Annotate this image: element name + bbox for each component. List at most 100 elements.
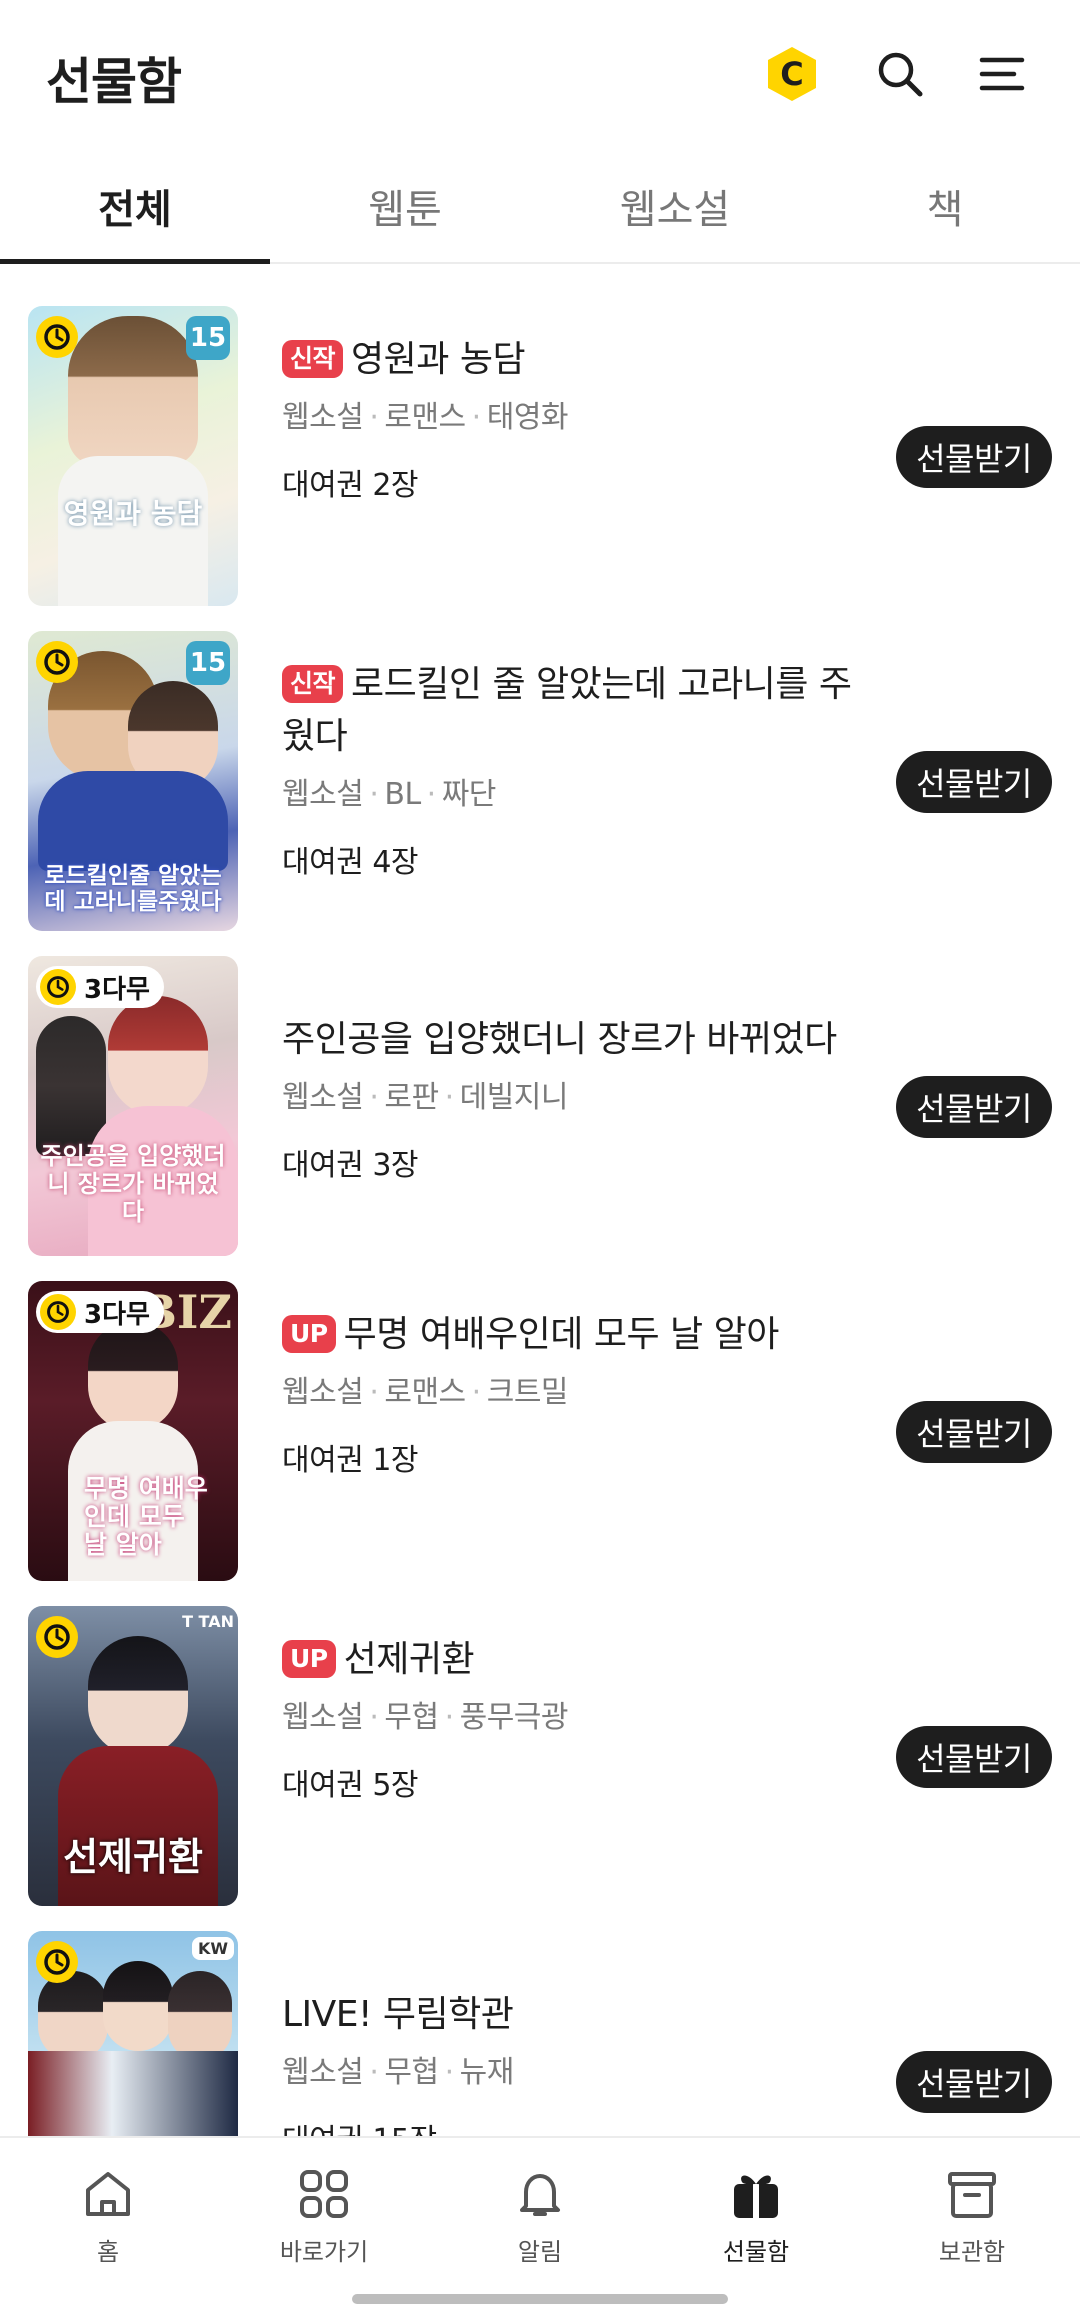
gift-list: 영원과 농담 15 신작 영원과 농담 웹소설 · 로맨스 · 태영화 대여권 2장 선물…: [0, 264, 1080, 2136]
separator-dot: ·: [369, 777, 379, 812]
item-meta: 웹소설 · 로맨스 · 크트밀: [282, 1367, 882, 1411]
book-cover[interactable]: BIZ 무명 여배우인데 모두 날 알아 3다무: [28, 1281, 238, 1581]
cover-corner-label: KW: [191, 1937, 234, 1960]
nav-gift-box[interactable]: 선물함: [648, 2164, 864, 2267]
tab-webtoon[interactable]: 웹툰: [270, 150, 540, 262]
separator-dot: ·: [444, 1700, 455, 1735]
item-meta: 웹소설 · 무협 · 뉴재: [282, 2047, 882, 2091]
hamburger-menu-icon[interactable]: [972, 44, 1032, 104]
item-title-row: 신작 로드킬인 줄 알았는데 고라니를 주웠다: [282, 659, 882, 763]
wait-free-badge: 3다무: [36, 966, 164, 1008]
item-author: 뉴재: [459, 2055, 515, 2090]
item-meta: 웹소설 · 로판 · 데빌지니: [282, 1072, 882, 1116]
item-title: LIVE! 무림학관: [282, 1994, 514, 2035]
gift-icon: [734, 2175, 778, 2218]
tab-book[interactable]: 책: [810, 150, 1080, 262]
item-category: 웹소설: [282, 400, 364, 435]
item-category: 웹소설: [282, 1375, 364, 1410]
item-info: UP 무명 여배우인데 모두 날 알아 웹소설 · 로맨스 · 크트밀 대여권 1장: [282, 1309, 882, 1479]
category-tabs: 전체 웹툰 웹소설 책: [0, 150, 1080, 264]
page-title: 선물함: [46, 53, 182, 111]
receive-gift-button[interactable]: 선물받기: [896, 1726, 1052, 1788]
grid-shortcut-icon: [300, 2170, 348, 2218]
receive-gift-button[interactable]: 선물받기: [896, 2051, 1052, 2113]
separator-dot: ·: [369, 2055, 379, 2090]
item-info: LIVE! 무림학관 웹소설·무협·뉴재 대여권 15장: [282, 1989, 882, 2136]
rental-ticket-count: 대여권 15장: [282, 2115, 882, 2136]
list-item[interactable]: T TAN 선제귀환 UP 선제귀환 웹소설 · 무협 · 풍무극광 대여권 5장 선물받…: [0, 1564, 1080, 1906]
separator-dot: ·: [471, 400, 482, 435]
wait-free-label: 3다무: [84, 1299, 150, 1330]
book-cover[interactable]: 로드킬인줄 알았는데 고라니를주웠다 15: [28, 631, 238, 931]
item-title-row: UP 무명 여배우인데 모두 날 알아: [282, 1309, 882, 1361]
clock-icon: [36, 641, 78, 683]
nav-label: 바로가기: [279, 2238, 369, 2266]
receive-gift-button[interactable]: 선물받기: [896, 1076, 1052, 1138]
coin-letter: C: [780, 55, 803, 93]
book-cover[interactable]: T TAN 선제귀환: [28, 1606, 238, 1906]
item-title: 주인공을 입양했더니 장르가 바뀌었다: [282, 1019, 837, 1060]
item-author: 풍무극광: [459, 1700, 569, 1735]
nav-label: 알림: [517, 2238, 563, 2266]
new-tag: 신작: [282, 665, 344, 703]
item-genre: 로판: [384, 1080, 439, 1115]
clock-icon: [36, 316, 78, 358]
item-category: 웹소설: [282, 777, 364, 812]
receive-gift-button[interactable]: 선물받기: [896, 751, 1052, 813]
item-author: 데빌지니: [459, 1080, 569, 1115]
home-indicator-bar[interactable]: [352, 2294, 728, 2304]
wait-free-badge: 3다무: [36, 1291, 164, 1333]
separator-dot: ·: [369, 1375, 379, 1410]
nav-home[interactable]: 홈: [0, 2164, 216, 2267]
separator-dot: ·: [471, 1375, 482, 1410]
rental-ticket-count: 대여권 3장: [282, 1148, 419, 1183]
cover-title: 로드킬인줄 알았는데 고라니를주웠다: [44, 863, 222, 915]
up-tag: UP: [282, 1640, 336, 1678]
item-genre: BL: [384, 777, 421, 812]
item-title: 선제귀환: [343, 1639, 475, 1680]
receive-gift-button[interactable]: 선물받기: [896, 426, 1052, 488]
nav-label: 선물함: [722, 2238, 790, 2266]
tab-webnovel[interactable]: 웹소설: [540, 150, 810, 262]
cover-title: 무명 여배우인데 모두 날 알아: [84, 1474, 208, 1559]
top-header: 선물함 C: [0, 0, 1080, 150]
item-category: 웹소설: [282, 2055, 364, 2090]
clock-icon: [36, 1941, 78, 1983]
book-cover[interactable]: 영원과 농담 15: [28, 306, 238, 606]
bottom-navigation: 홈 바로가기 알림 선물함 보관함: [0, 2136, 1080, 2320]
list-item[interactable]: 로드킬인줄 알았는데 고라니를주웠다 15 신작 로드킬인 줄 알았는데 고라니를…: [0, 589, 1080, 931]
item-info: 신작 영원과 농담 웹소설 · 로맨스 · 태영화 대여권 2장: [282, 334, 882, 504]
nav-label: 홈: [96, 2238, 120, 2266]
list-item[interactable]: 주인공을 입양했더니 장르가 바뀌었다 3다무 주인공을 입양했더니 장르가 바…: [0, 914, 1080, 1256]
item-meta: 웹소설 · BL · 짜단: [282, 769, 882, 813]
separator-dot: ·: [369, 1700, 379, 1735]
rental-ticket-count: 대여권 5장: [282, 1768, 419, 1803]
rental-ticket-count: 대여권 1장: [282, 1443, 419, 1478]
up-tag: UP: [282, 1315, 336, 1353]
search-icon[interactable]: [870, 44, 930, 104]
item-title: 로드킬인 줄 알았는데 고라니를 주웠다: [282, 664, 852, 757]
home-icon: [86, 2172, 130, 2216]
new-tag: 신작: [282, 340, 344, 378]
tab-all[interactable]: 전체: [0, 150, 270, 264]
gift-box-screen: 선물함 C 전체 웹툰 웹소설 책 영원과 농담 15 신작 영원과 농담 웹소…: [0, 0, 1080, 2320]
cover-title: 주인공을 입양했더니 장르가 바뀌었다: [40, 1142, 226, 1226]
separator-dot: ·: [444, 2055, 455, 2090]
separator-dot: ·: [369, 1080, 379, 1115]
item-info: 주인공을 입양했더니 장르가 바뀌었다 웹소설 · 로판 · 데빌지니 대여권 3장: [282, 1014, 882, 1184]
list-item[interactable]: 영원과 농담 15 신작 영원과 농담 웹소설 · 로맨스 · 태영화 대여권 2장 선물…: [0, 264, 1080, 606]
book-cover[interactable]: 주인공을 입양했더니 장르가 바뀌었다 3다무: [28, 956, 238, 1256]
nav-archive[interactable]: 보관함: [864, 2164, 1080, 2267]
item-category: 웹소설: [282, 1700, 364, 1735]
item-genre: 무협: [384, 2055, 439, 2090]
nav-notifications[interactable]: 알림: [432, 2164, 648, 2267]
item-meta: 웹소설 · 로맨스 · 태영화: [282, 392, 882, 436]
book-cover[interactable]: KW: [28, 1931, 238, 2136]
item-title: 무명 여배우인데 모두 날 알아: [343, 1314, 780, 1355]
coin-c-icon[interactable]: C: [762, 44, 822, 104]
nav-shortcut[interactable]: 바로가기: [216, 2164, 432, 2267]
list-item[interactable]: KW LIVE! 무림학관 웹소설·무협·뉴재 대여권 15장 선물받기: [0, 1889, 1080, 2136]
list-item[interactable]: BIZ 무명 여배우인데 모두 날 알아 3다무 UP 무명 여배우인데 모두 날…: [0, 1239, 1080, 1581]
receive-gift-button[interactable]: 선물받기: [896, 1401, 1052, 1463]
item-genre: 로맨스: [384, 1375, 466, 1410]
